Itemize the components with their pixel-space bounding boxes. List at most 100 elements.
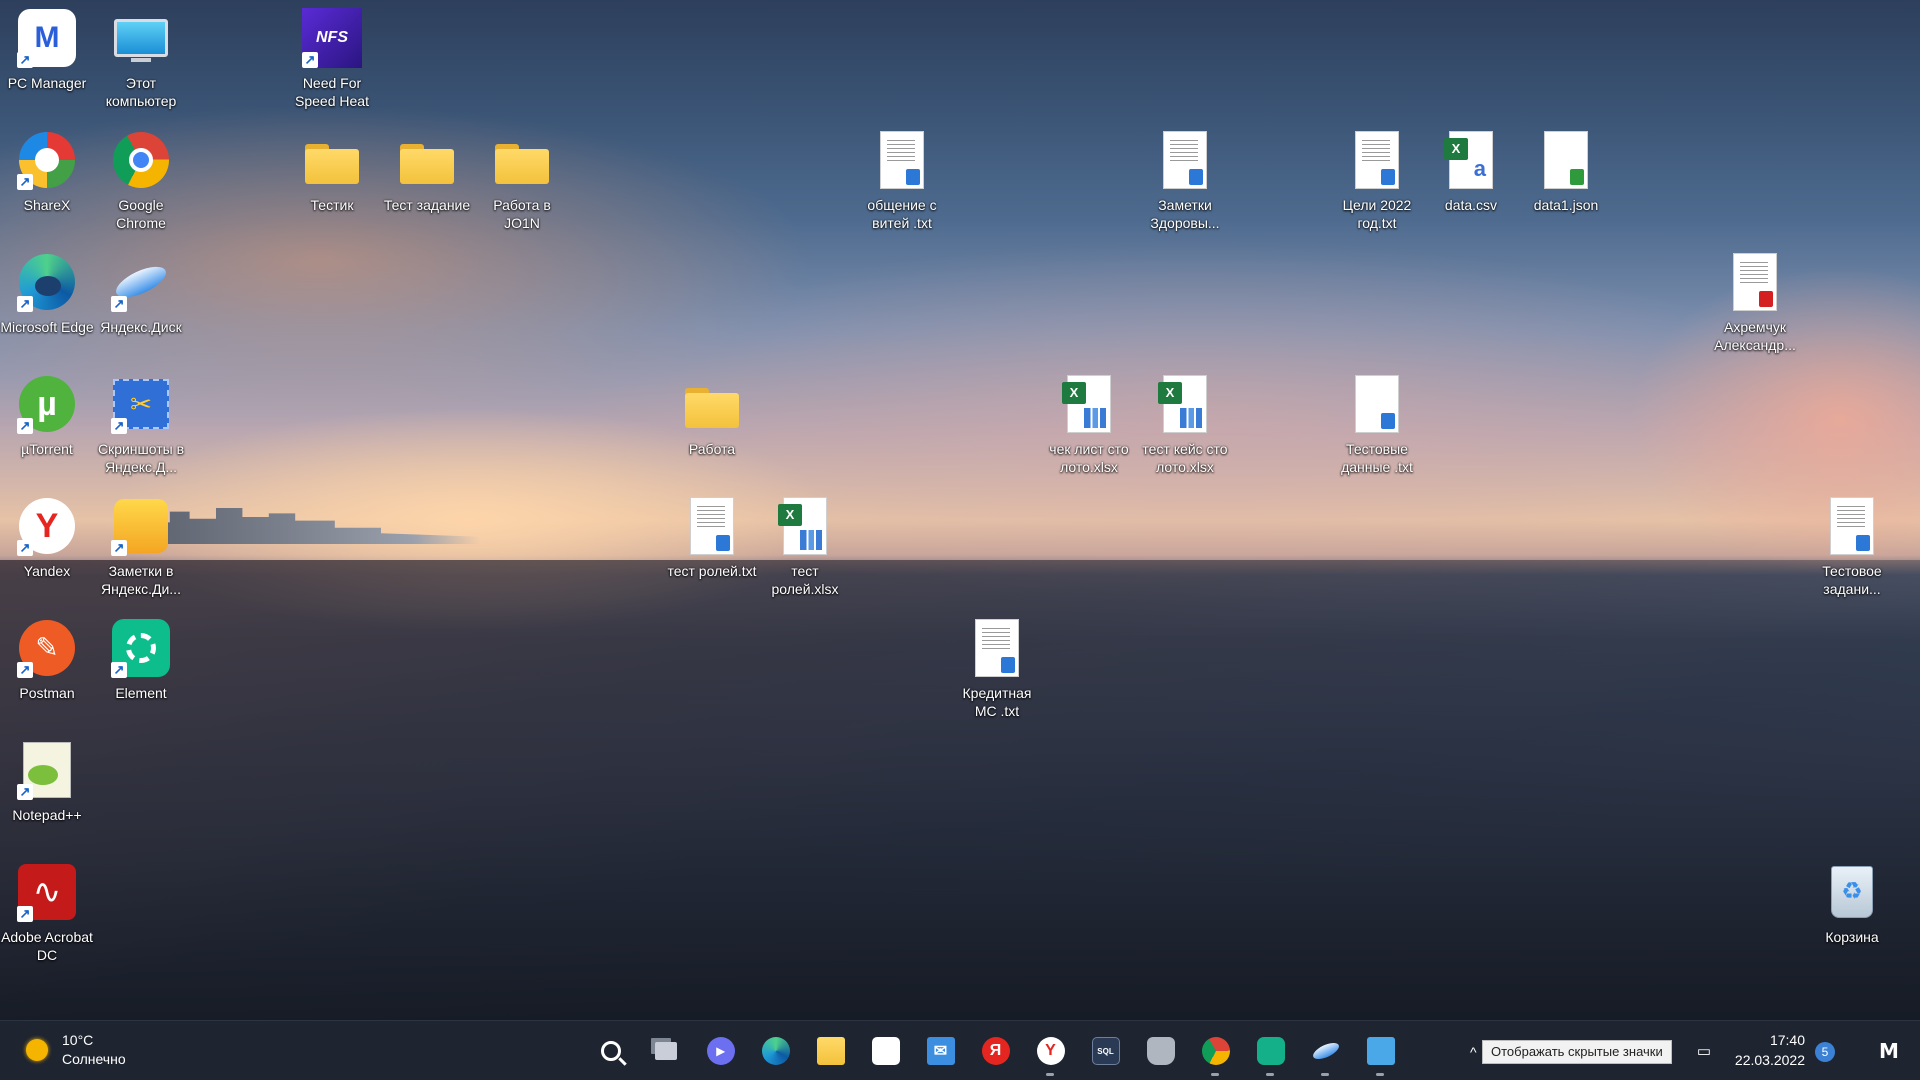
chat-icon: ▸ xyxy=(706,1037,735,1065)
desktop-icon-this-pc[interactable]: Этот компьютер xyxy=(94,2,188,112)
weather-temperature: 10°C xyxy=(62,1032,94,1048)
folder-icon xyxy=(302,130,362,190)
shortcut-arrow-icon: ↗ xyxy=(17,540,33,556)
taskbar-mail[interactable]: ✉ xyxy=(913,1029,968,1073)
excel-file-icon: X xyxy=(1059,374,1119,434)
desktop-icon-txt-health-notes[interactable]: Заметки Здоровы... xyxy=(1138,124,1232,234)
taskbar-file-explorer[interactable] xyxy=(803,1029,858,1073)
desktop-icon-recycle-bin[interactable]: ♻ Корзина xyxy=(1805,856,1899,966)
notification-badge[interactable]: 5 xyxy=(1815,1042,1835,1062)
taskbar-mysql[interactable]: SQL xyxy=(1078,1029,1133,1073)
desktop-icon-element[interactable]: ↗ Element xyxy=(94,612,188,722)
yandex-screenshots-icon: ✂ ↗ xyxy=(111,374,171,434)
desktop-icon-edge[interactable]: ↗ Microsoft Edge xyxy=(0,246,94,356)
desktop-icon-postman[interactable]: ✎ ↗ Postman xyxy=(0,612,94,722)
taskbar-chrome[interactable] xyxy=(1188,1029,1243,1076)
desktop-icon-folder-work[interactable]: Работа xyxy=(665,368,759,478)
desktop-icon-utorrent[interactable]: µ ↗ µTorrent xyxy=(0,368,94,478)
pdf-file-icon xyxy=(1725,252,1785,312)
desktop-icon-folder-jo1n[interactable]: Работа в JO1N xyxy=(475,124,569,234)
mysql-workbench-icon: SQL xyxy=(1091,1037,1120,1065)
text-file-icon xyxy=(1347,374,1407,434)
nfs-icon: NFS ↗ xyxy=(302,8,362,68)
desktop-icon-data1-json[interactable]: data1.json xyxy=(1519,124,1613,234)
shortcut-arrow-icon: ↗ xyxy=(17,296,33,312)
yandex-browser-icon: Y ↗ xyxy=(17,496,77,556)
taskbar-yandex-browser[interactable]: Y xyxy=(1023,1029,1078,1076)
search-button[interactable] xyxy=(583,1029,638,1073)
running-indicator xyxy=(1321,1073,1329,1076)
shortcut-arrow-icon: ↗ xyxy=(17,662,33,678)
taskbar-yandex[interactable]: Я xyxy=(968,1029,1023,1073)
notepad-icon xyxy=(1366,1037,1395,1065)
desktop-icon-txt-roles[interactable]: тест ролей.txt xyxy=(665,490,759,600)
taskbar-element[interactable] xyxy=(1243,1029,1298,1076)
clock-date: 22.03.2022 xyxy=(1734,1052,1805,1068)
element-icon xyxy=(1256,1037,1285,1065)
chrome-icon xyxy=(111,130,171,190)
taskbar-chat[interactable]: ▸ xyxy=(693,1029,748,1073)
weather-widget[interactable]: 10°C Солнечно xyxy=(26,1031,126,1069)
desktop-icon-acrobat[interactable]: ∿ ↗ Adobe Acrobat DC xyxy=(0,856,94,966)
desktop-icon-data-csv[interactable]: Xa data.csv xyxy=(1424,124,1518,234)
desktop-icon-xlsx-checklist[interactable]: X чек лист сто лото.xlsx xyxy=(1042,368,1136,478)
desktop-icon-yandex-disk[interactable]: ↗ Яндекс.Диск xyxy=(94,246,188,356)
taskbar-apps: ▸ ✉ Я Y SQL xyxy=(528,1029,1408,1076)
shortcut-arrow-icon: ↗ xyxy=(17,784,33,800)
taskbar-edge[interactable] xyxy=(748,1029,803,1073)
shortcut-arrow-icon: ↗ xyxy=(111,296,127,312)
shortcut-arrow-icon: ↗ xyxy=(111,418,127,434)
taskbar-notepad[interactable] xyxy=(1353,1029,1408,1076)
desktop-icon-folder-test-task[interactable]: Тест задание xyxy=(380,124,474,234)
computer-icon xyxy=(111,8,171,68)
desktop-icon-pdf-akhremchuk[interactable]: Ахремчук Александр... xyxy=(1708,246,1802,356)
desktop-icon-txt-goals-2022[interactable]: Цели 2022 год.txt xyxy=(1330,124,1424,234)
folder-icon xyxy=(397,130,457,190)
desktop-icon-docx-test-task[interactable]: Тестовое задани... xyxy=(1805,490,1899,600)
notepad-plus-plus-icon: ↗ xyxy=(17,740,77,800)
desktop-icon-notepad-plus-plus[interactable]: ↗ Notepad++ xyxy=(0,734,94,844)
start-button[interactable] xyxy=(528,1029,583,1073)
desktop-icon-yandex-screenshots[interactable]: ✂ ↗ Скриншоты в Яндекс.Д... xyxy=(94,368,188,478)
text-file-icon xyxy=(1347,130,1407,190)
taskbar-jug[interactable] xyxy=(1133,1029,1188,1073)
postman-icon: ✎ ↗ xyxy=(17,618,77,678)
taskbar-microsoft-store[interactable] xyxy=(858,1029,913,1073)
sun-icon xyxy=(26,1039,48,1061)
desktop-icon-sharex[interactable]: ↗ ShareX xyxy=(0,124,94,234)
text-file-icon xyxy=(1155,130,1215,190)
desktop-icon-folder-testik[interactable]: Тестик xyxy=(285,124,379,234)
clock-time: 17:40 xyxy=(1769,1032,1805,1048)
desktop-icon-chrome[interactable]: Google Chrome xyxy=(94,124,188,234)
csv-file-icon: Xa xyxy=(1441,130,1501,190)
desktop-icon-xlsx-roles[interactable]: X тест ролей.xlsx xyxy=(758,490,852,600)
utorrent-icon: µ ↗ xyxy=(17,374,77,434)
yandex-disk-icon xyxy=(1310,1037,1341,1065)
desktop-icon-yandex-notes[interactable]: ↗ Заметки в Яндекс.Ди... xyxy=(94,490,188,600)
desktop-icon-yandex-browser[interactable]: Y ↗ Yandex xyxy=(0,490,94,600)
shortcut-arrow-icon: ↗ xyxy=(302,52,318,68)
postman-jug-icon xyxy=(1146,1037,1175,1065)
desktop-icon-txt-test-data[interactable]: Тестовые данные .txt xyxy=(1330,368,1424,478)
text-file-icon xyxy=(682,496,742,556)
system-clock[interactable]: 17:40 22.03.2022 xyxy=(1733,1030,1805,1070)
desktop-icon-xlsx-testcase[interactable]: X тест кейс сто лото.xlsx xyxy=(1138,368,1232,478)
text-file-icon xyxy=(872,130,932,190)
folder-icon xyxy=(682,374,742,434)
shortcut-arrow-icon: ↗ xyxy=(17,418,33,434)
desktop-icon-txt-vitya[interactable]: общение с витей .txt xyxy=(855,124,949,234)
tooltip-show-hidden-icons: Отображать скрытые значки xyxy=(1482,1040,1672,1064)
shortcut-arrow-icon: ↗ xyxy=(17,52,33,68)
recycle-bin-icon: ♻ xyxy=(1822,862,1882,922)
microsoft-store-icon xyxy=(871,1037,900,1065)
word-file-icon xyxy=(1822,496,1882,556)
pc-manager-tray-icon[interactable]: M xyxy=(1874,1038,1904,1064)
task-view-button[interactable] xyxy=(638,1029,693,1073)
taskbar-yandex-disk[interactable] xyxy=(1298,1029,1353,1076)
desktop-icon-txt-credit[interactable]: Кредитная МС .txt xyxy=(950,612,1044,722)
desktop-icon-pc-manager[interactable]: M ↗ PC Manager xyxy=(0,2,94,112)
battery-icon[interactable]: ▭ xyxy=(1694,1042,1714,1062)
element-icon: ↗ xyxy=(111,618,171,678)
desktop-icon-nfs-heat[interactable]: NFS ↗ Need For Speed Heat xyxy=(285,2,379,112)
sharex-icon: ↗ xyxy=(17,130,77,190)
